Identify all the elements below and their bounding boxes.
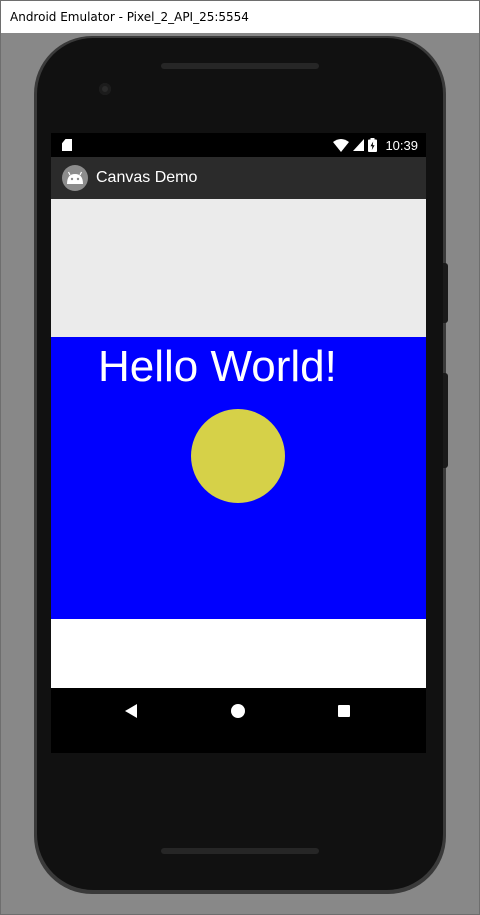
canvas-background bbox=[51, 199, 426, 337]
window-title: Android Emulator - Pixel_2_API_25:5554 bbox=[1, 1, 479, 33]
status-icons: 10:39 bbox=[333, 133, 418, 157]
power-button[interactable] bbox=[443, 263, 448, 323]
cell-signal-icon bbox=[353, 139, 365, 151]
sd-card-icon bbox=[62, 139, 72, 151]
emulator-window: Android Emulator - Pixel_2_API_25:5554 1… bbox=[0, 0, 480, 915]
canvas-circle bbox=[191, 409, 285, 503]
status-bar: 10:39 bbox=[51, 133, 426, 157]
back-icon[interactable] bbox=[125, 704, 137, 718]
top-speaker bbox=[161, 63, 319, 69]
navigation-bar bbox=[51, 688, 426, 753]
phone-device: 10:39 Canvas Demo Hello World! bbox=[37, 38, 448, 890]
recent-apps-icon[interactable] bbox=[338, 705, 350, 717]
battery-charging-icon bbox=[368, 138, 378, 152]
device-screen[interactable]: 10:39 Canvas Demo Hello World! bbox=[51, 133, 426, 753]
bottom-speaker bbox=[161, 848, 319, 854]
canvas-view[interactable]: Hello World! bbox=[51, 199, 426, 688]
wifi-icon bbox=[333, 138, 350, 152]
canvas-text: Hello World! bbox=[98, 342, 337, 391]
volume-button[interactable] bbox=[443, 373, 448, 468]
status-clock: 10:39 bbox=[385, 137, 418, 153]
app-bar: Canvas Demo bbox=[51, 157, 426, 199]
front-camera bbox=[99, 83, 111, 95]
home-icon[interactable] bbox=[231, 704, 245, 718]
android-icon bbox=[62, 165, 88, 191]
app-title: Canvas Demo bbox=[96, 169, 198, 186]
emulator-client-area: 10:39 Canvas Demo Hello World! bbox=[1, 33, 479, 914]
